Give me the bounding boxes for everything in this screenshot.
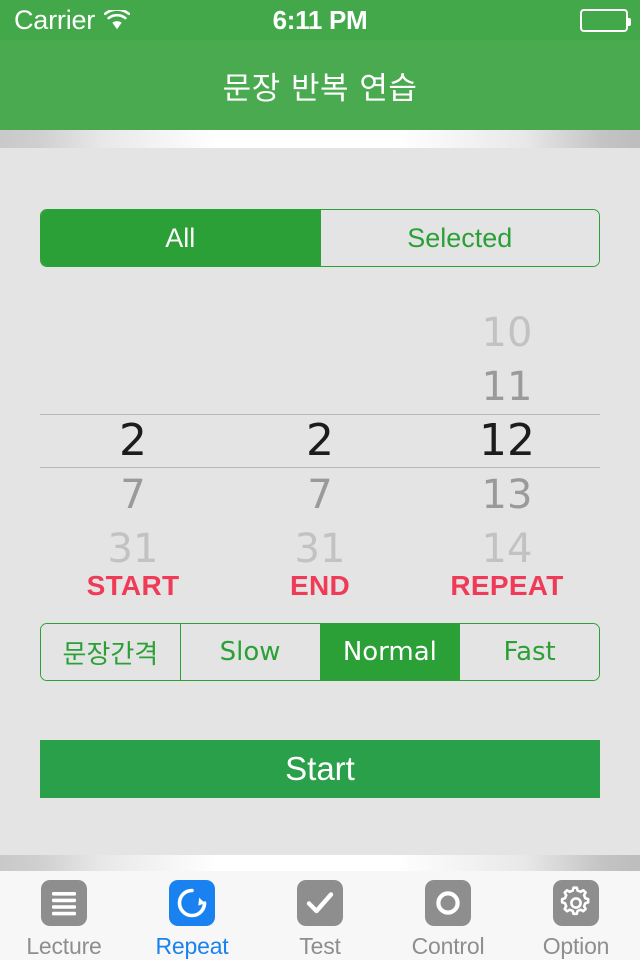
- picker-list-end: 2 7 31: [227, 414, 413, 566]
- tab-label-repeat: Repeat: [155, 933, 229, 959]
- speed-segmented-control[interactable]: 문장간격 Slow Normal Fast: [40, 623, 600, 681]
- list-lines-icon: [41, 880, 87, 926]
- speed-segment-interval[interactable]: 문장간격: [41, 624, 181, 680]
- tab-repeat[interactable]: Repeat: [128, 871, 256, 960]
- tab-label-option: Option: [542, 933, 610, 959]
- page-title: 문장 반복 연습: [222, 70, 418, 107]
- picker-labels-row: START END REPEAT: [40, 570, 600, 610]
- status-bar-time: 6:11 PM: [272, 4, 368, 35]
- tab-label-test: Test: [299, 933, 341, 959]
- picker-item-selected[interactable]: 12: [414, 414, 600, 468]
- picker-list-start: 2 7 31: [40, 414, 226, 566]
- tab-label-control: Control: [411, 933, 485, 959]
- speed-segment-slow[interactable]: Slow: [180, 624, 321, 680]
- picker-item[interactable]: 10: [414, 306, 600, 360]
- picker-label-start: START: [86, 570, 180, 601]
- scope-segment-all[interactable]: All: [41, 210, 321, 266]
- tab-test[interactable]: Test: [256, 871, 384, 960]
- navigation-bar: 문장 반복 연습: [0, 40, 640, 130]
- tab-control[interactable]: Control: [384, 871, 512, 960]
- picker-group: 2 7 31 2 7 31 9 10 11 12 13: [40, 296, 600, 566]
- picker-item[interactable]: 31: [227, 522, 413, 566]
- circle-ring-icon: [425, 880, 471, 926]
- picker-label-repeat: REPEAT: [450, 570, 564, 601]
- start-button[interactable]: Start: [40, 740, 600, 798]
- picker-item[interactable]: 7: [40, 468, 226, 522]
- picker-item-selected[interactable]: 2: [40, 414, 226, 468]
- gear-icon: [553, 880, 599, 926]
- picker-item[interactable]: 9: [414, 296, 600, 306]
- speed-segment-normal[interactable]: Normal: [320, 624, 461, 680]
- picker-item[interactable]: 13: [414, 468, 600, 522]
- picker-item[interactable]: 31: [40, 522, 226, 566]
- picker-wheel-start[interactable]: 2 7 31: [40, 296, 226, 566]
- picker-item[interactable]: 7: [227, 468, 413, 522]
- checkmark-icon: [297, 880, 343, 926]
- status-bar: Carrier 6:11 PM: [0, 0, 640, 40]
- app-screen: Carrier 6:11 PM 문장 반복 연습 All Selected 2 …: [0, 0, 640, 960]
- picker-list-repeat: 9 10 11 12 13 14 15: [414, 296, 600, 566]
- battery-icon: [580, 8, 631, 32]
- tab-bar: Lecture Repeat Test Control Option: [0, 871, 640, 960]
- status-bar-right: [580, 0, 631, 40]
- picker-item[interactable]: 14: [414, 522, 600, 566]
- content-area: All Selected 2 7 31 2 7 31 10 11 12 13 1…: [0, 148, 640, 855]
- picker-label-end: END: [289, 570, 351, 601]
- refresh-loop-icon: [169, 880, 215, 926]
- picker-wheel-repeat[interactable]: 9 10 11 12 13 14 15: [414, 296, 600, 566]
- tabbar-shadow-divider: [0, 855, 640, 872]
- picker-item[interactable]: 11: [414, 360, 600, 414]
- scope-segment-selected[interactable]: Selected: [320, 210, 599, 266]
- picker-item-selected[interactable]: 2: [227, 414, 413, 468]
- header-shadow-divider: [0, 130, 640, 148]
- speed-segment-fast[interactable]: Fast: [460, 624, 599, 680]
- tab-lecture[interactable]: Lecture: [0, 871, 128, 960]
- tab-label-lecture: Lecture: [26, 933, 102, 959]
- tab-option[interactable]: Option: [512, 871, 640, 960]
- scope-segmented-control[interactable]: All Selected: [40, 209, 600, 267]
- picker-wheel-end[interactable]: 2 7 31: [227, 296, 413, 566]
